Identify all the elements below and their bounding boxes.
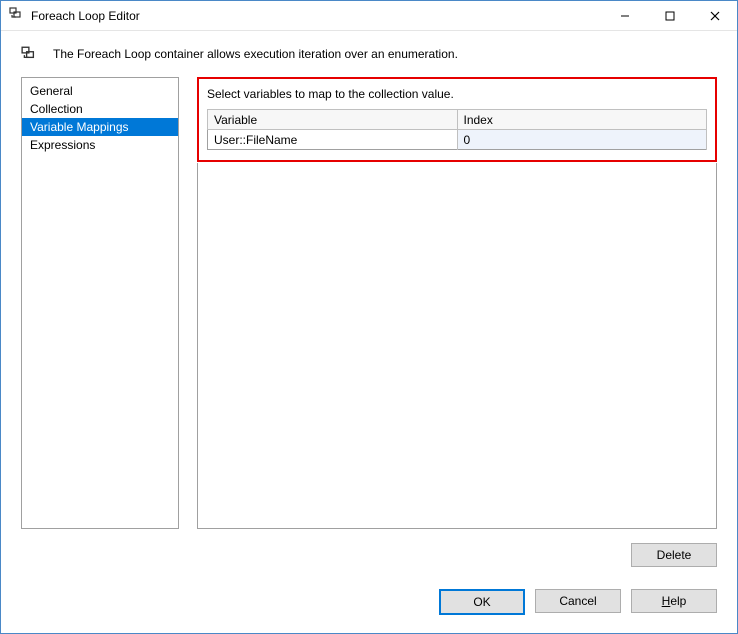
close-button[interactable] — [692, 1, 737, 30]
dialog-window: Foreach Loop Editor The Foreach Loop con… — [0, 0, 738, 634]
help-rest: elp — [670, 594, 686, 608]
main-panel: Select variables to map to the collectio… — [197, 77, 717, 529]
variable-mappings-table[interactable]: Variable Index User::FileName 0 — [207, 109, 707, 150]
sidebar: General Collection Variable Mappings Exp… — [21, 77, 179, 529]
dialog-footer: OK Cancel Help — [1, 567, 737, 633]
sidebar-item-variable-mappings[interactable]: Variable Mappings — [22, 118, 178, 136]
sidebar-item-label: General — [30, 84, 73, 98]
table-header-row: Variable Index — [208, 110, 707, 130]
loop-icon — [9, 6, 25, 25]
window-title: Foreach Loop Editor — [31, 9, 140, 23]
description-row: The Foreach Loop container allows execut… — [1, 31, 737, 77]
sidebar-item-label: Expressions — [30, 138, 95, 152]
window-controls — [602, 1, 737, 30]
minimize-button[interactable] — [602, 1, 647, 30]
title-left: Foreach Loop Editor — [9, 6, 140, 25]
content-area: General Collection Variable Mappings Exp… — [1, 77, 737, 529]
ok-button[interactable]: OK — [439, 589, 525, 615]
delete-button[interactable]: Delete — [631, 543, 717, 567]
sidebar-item-label: Collection — [30, 102, 83, 116]
cell-index[interactable]: 0 — [457, 130, 707, 150]
sidebar-item-label: Variable Mappings — [30, 120, 129, 134]
cell-variable[interactable]: User::FileName — [208, 130, 458, 150]
panel-body — [197, 163, 717, 529]
loop-large-icon — [21, 45, 39, 63]
description-text: The Foreach Loop container allows execut… — [53, 47, 458, 61]
highlight-box: Select variables to map to the collectio… — [197, 77, 717, 162]
titlebar: Foreach Loop Editor — [1, 1, 737, 31]
column-header-variable[interactable]: Variable — [208, 110, 458, 130]
sidebar-item-expressions[interactable]: Expressions — [22, 136, 178, 154]
cancel-button[interactable]: Cancel — [535, 589, 621, 613]
table-row[interactable]: User::FileName 0 — [208, 130, 707, 150]
panel-instruction: Select variables to map to the collectio… — [207, 87, 707, 101]
help-button[interactable]: Help — [631, 589, 717, 613]
column-header-index[interactable]: Index — [457, 110, 707, 130]
maximize-button[interactable] — [647, 1, 692, 30]
sidebar-item-collection[interactable]: Collection — [22, 100, 178, 118]
delete-row: Delete — [1, 529, 737, 567]
sidebar-item-general[interactable]: General — [22, 82, 178, 100]
